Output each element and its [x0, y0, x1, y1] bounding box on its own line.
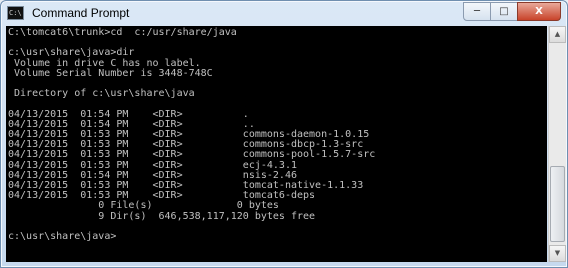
console-line: Volume Serial Number is 3448-748C — [8, 67, 213, 79]
maximize-button[interactable]: □ — [490, 2, 518, 21]
window-title: Command Prompt — [32, 6, 130, 20]
command-prompt-window: C:\ Command Prompt ─ □ X C:\tomcat6\trun… — [0, 0, 568, 268]
console-line: Directory of c:\usr\share\java — [8, 88, 195, 100]
minimize-button[interactable]: ─ — [463, 2, 491, 21]
cmd-icon[interactable]: C:\ — [7, 6, 24, 20]
console-output[interactable]: C:\tomcat6\trunk>cd c:/usr/share/java c:… — [6, 26, 547, 262]
console-line: 9 Dir(s) 646,538,117,120 bytes free — [8, 210, 316, 222]
scroll-thumb[interactable] — [550, 166, 565, 242]
console-line: C:\tomcat6\trunk>cd c:/usr/share/java — [8, 27, 237, 38]
scroll-up-arrow-icon[interactable]: ▲ — [549, 26, 566, 43]
console-text: C:\tomcat6\trunk>cd c:/usr/share/java c:… — [6, 26, 547, 242]
console-line: c:\usr\share\java> — [8, 231, 117, 243]
scroll-down-arrow-icon[interactable]: ▼ — [549, 245, 566, 262]
vertical-scrollbar[interactable]: ▲ ▼ — [548, 26, 566, 262]
title-bar[interactable]: C:\ Command Prompt ─ □ X — [1, 1, 567, 25]
caption-buttons: ─ □ X — [463, 2, 561, 21]
close-button[interactable]: X — [517, 2, 561, 21]
